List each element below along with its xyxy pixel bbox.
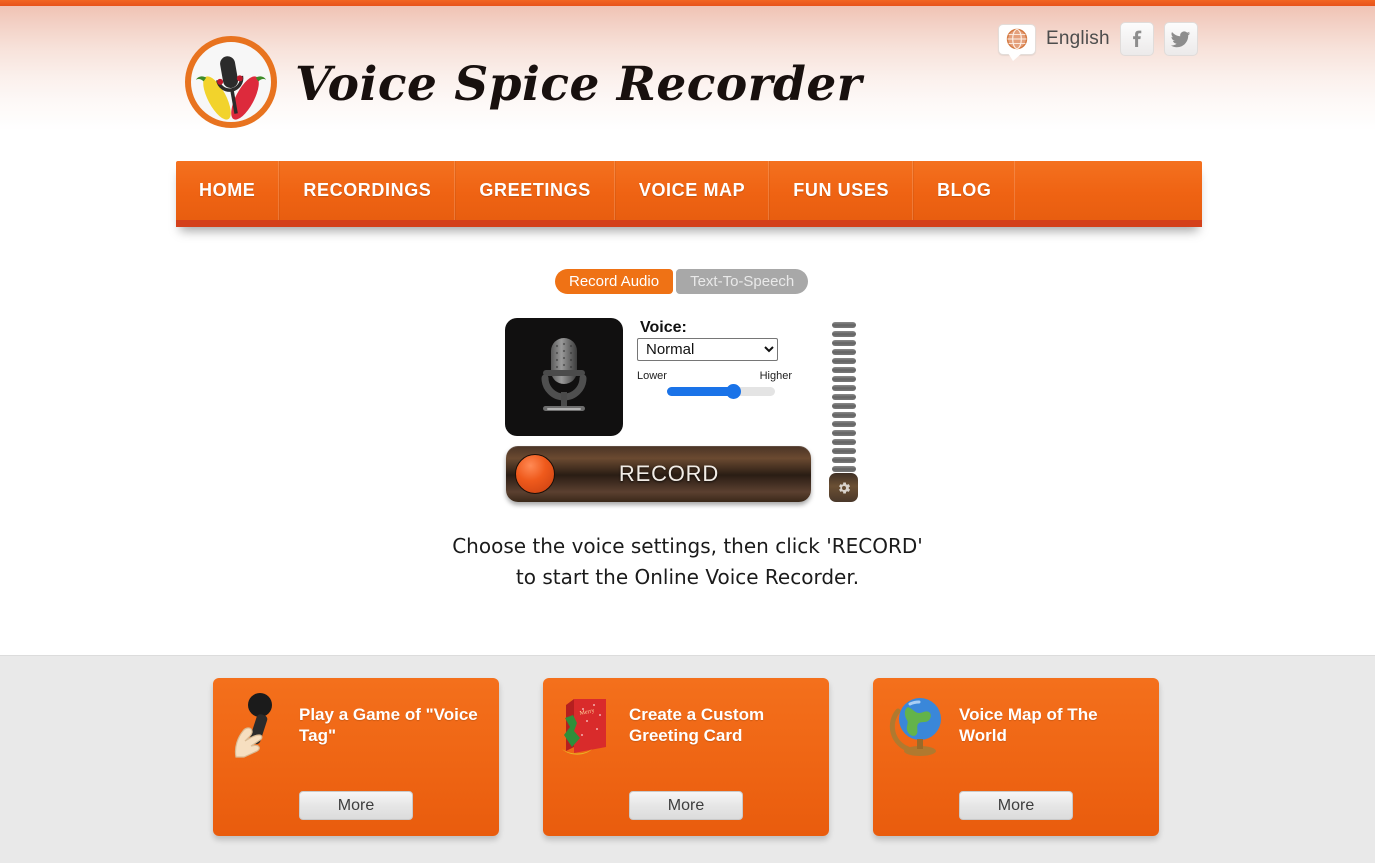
nav-item-fun-uses[interactable]: FUN USES [769,161,914,220]
mode-tabs: Record Audio Text-To-Speech [555,269,809,294]
card-header: Merry Create a Custom Greeting Card [543,678,829,764]
volume-meter-bar [832,385,856,391]
nav-item-recordings[interactable]: RECORDINGS [279,161,456,220]
settings-gear-button[interactable] [829,473,858,502]
instructions-text: Choose the voice settings, then click 'R… [0,531,1375,593]
volume-meter-bar [832,340,856,346]
page-root: English Voice Spice Recorder HOME RECORD… [0,0,1375,863]
volume-meter-bar [832,358,856,364]
card-title: Play a Game of "Voice Tag" [299,705,478,745]
globe-stand-svg [889,698,941,756]
volume-meter-bar [832,331,856,337]
volume-meter-bar [832,457,856,463]
nav-item-blog[interactable]: BLOG [913,161,1016,220]
card-title: Create a Custom Greeting Card [629,705,765,745]
volume-meter-bar [832,376,856,382]
volume-meter-bar [832,394,856,400]
nav-item-home[interactable]: HOME [176,161,280,220]
globe-stand-icon [885,690,951,764]
site-logo[interactable]: Voice Spice Recorder [183,34,862,130]
promo-card-greeting-card[interactable]: Merry Create a Custom Greeting Card More [543,678,829,836]
site-title: Voice Spice Recorder [295,56,863,112]
tab-record-audio[interactable]: Record Audio [555,269,674,294]
microphone-icon [541,338,587,411]
hand-microphone-svg [234,693,272,758]
nav-filler [1015,161,1202,220]
nav-item-greetings[interactable]: GREETINGS [455,161,615,220]
instructions-line-2: to start the Online Voice Recorder. [515,565,860,589]
utility-bar: English [998,22,1198,61]
promo-card-list: Play a Game of "Voice Tag" More Merry Cr… [213,678,1159,836]
volume-meter-bar [832,403,856,409]
pitch-lower-label: Lower [637,370,667,382]
volume-meter-bar [832,367,856,373]
voice-select[interactable]: Normal [637,338,778,361]
globe-icon[interactable] [998,23,1036,61]
pitch-slider-fill [667,387,734,396]
volume-meter-bar [832,412,856,418]
twitter-icon[interactable] [1163,22,1198,56]
globe-icon-svg [1006,28,1028,50]
pitch-slider[interactable] [667,384,775,399]
nav-item-voice-map[interactable]: VOICE MAP [614,161,770,220]
volume-meter [832,322,856,472]
volume-meter-bar [832,421,856,427]
volume-meter-bar [832,466,856,472]
card-header: Voice Map of The World [873,678,1159,764]
volume-meter-bar [832,430,856,436]
facebook-icon-svg [1132,30,1142,47]
card-more-button[interactable]: More [959,791,1073,820]
card-title: Voice Map of The World [959,705,1098,745]
promo-section: Play a Game of "Voice Tag" More Merry Cr… [0,655,1375,863]
gear-icon [838,482,850,493]
record-dot-icon [515,454,555,494]
tab-text-to-speech[interactable]: Text-To-Speech [676,269,809,294]
volume-meter-bar [832,439,856,445]
record-button[interactable]: RECORD [506,446,811,502]
volume-meter-bar [832,322,856,328]
language-label[interactable]: English [1046,28,1110,50]
card-more-button[interactable]: More [629,791,743,820]
hand-holding-microphone-icon [225,690,291,764]
record-button-label: RECORD [618,461,720,486]
greeting-card-svg: Merry [562,699,606,755]
main-navigation: HOME RECORDINGS GREETINGS VOICE MAP FUN … [176,161,1202,227]
promo-card-voice-tag[interactable]: Play a Game of "Voice Tag" More [213,678,499,836]
promo-card-voice-map[interactable]: Voice Map of The World More [873,678,1159,836]
facebook-icon[interactable] [1119,22,1154,56]
instructions-line-1: Choose the voice settings, then click 'R… [452,534,923,558]
voice-label: Voice: [640,319,687,336]
microphone-preview [505,318,623,436]
card-header: Play a Game of "Voice Tag" [213,678,499,764]
twitter-icon-svg [1170,30,1191,47]
chili-microphone-logo-icon [185,36,277,128]
volume-meter-bar [832,448,856,454]
volume-meter-bar [832,349,856,355]
card-more-button[interactable]: More [299,791,413,820]
pitch-slider-thumb[interactable] [725,384,741,399]
greeting-card-icon: Merry [555,690,621,764]
pitch-range-labels: Lower Higher [637,370,792,382]
pitch-higher-label: Higher [759,370,792,382]
